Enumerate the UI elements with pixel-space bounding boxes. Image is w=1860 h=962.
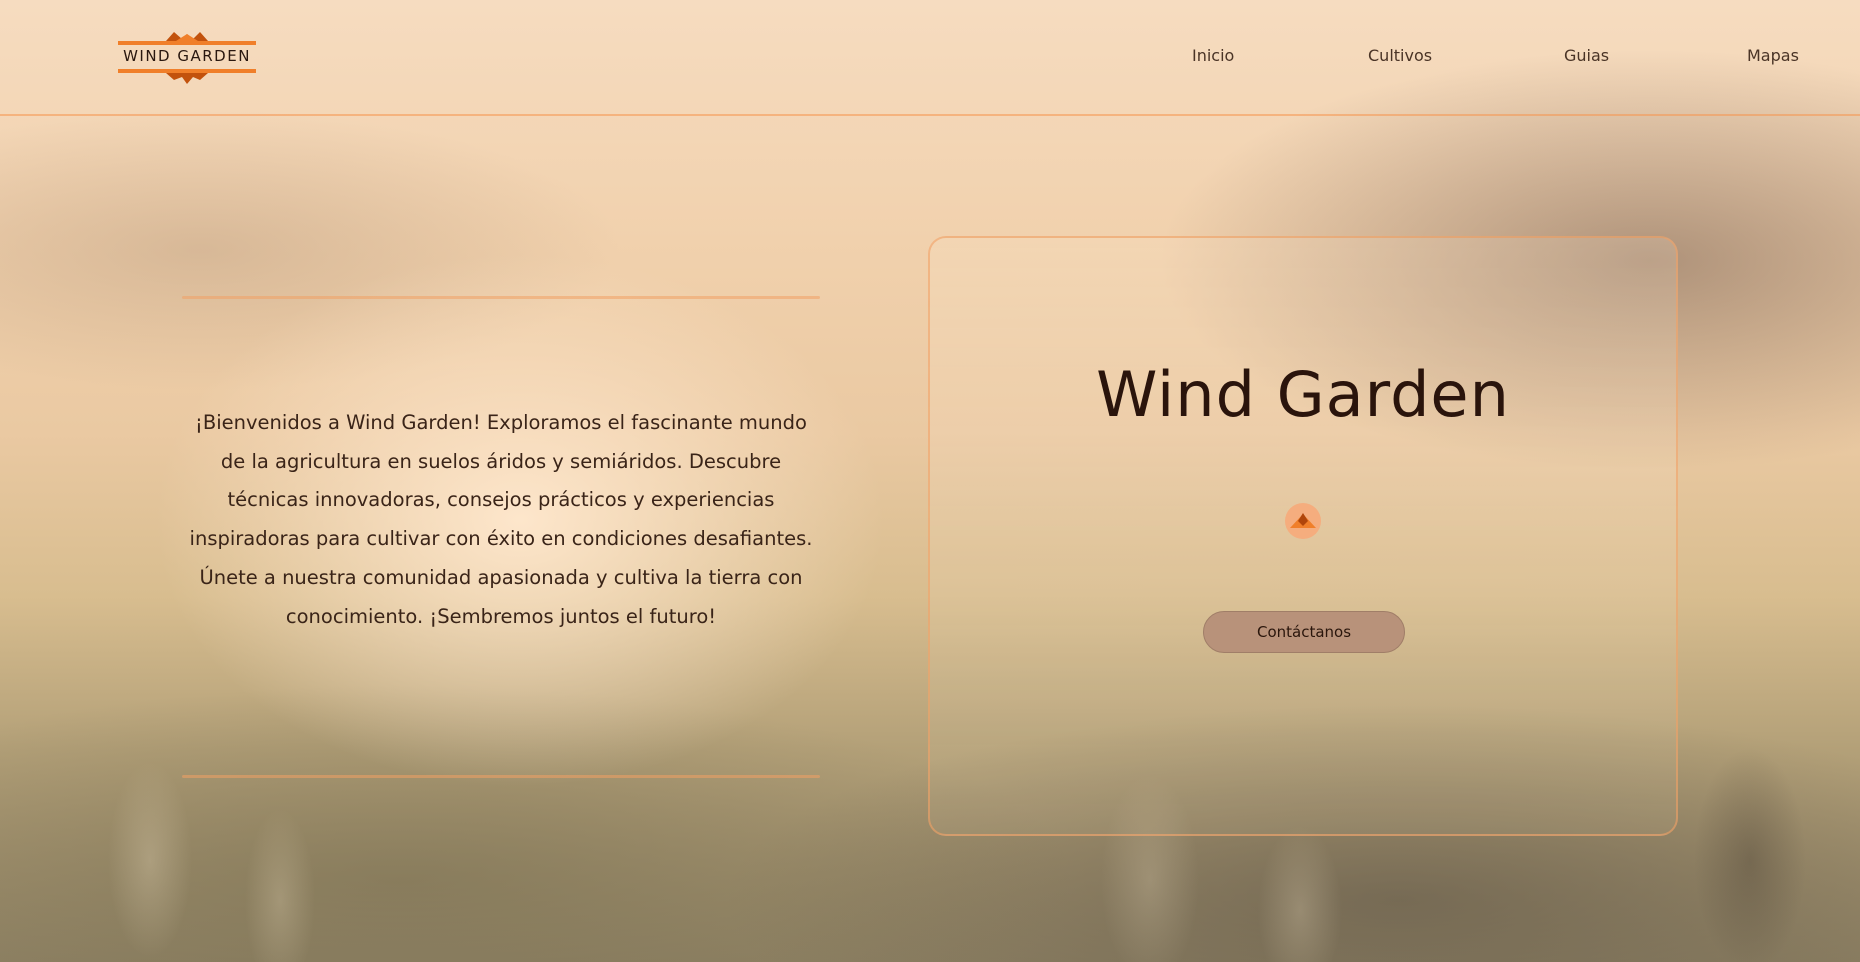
hero-title: Wind Garden — [1096, 358, 1510, 431]
mountain-icon — [1285, 503, 1321, 539]
nav-item-cultivos[interactable]: Cultivos — [1368, 46, 1432, 65]
page: WIND GARDEN Inicio Cultivos Guias Mapas … — [0, 0, 1860, 962]
intro-bottom-divider — [182, 775, 820, 778]
intro-top-divider — [182, 296, 820, 299]
main-nav: Inicio Cultivos Guias Mapas — [0, 46, 1860, 68]
nav-item-mapas[interactable]: Mapas — [1747, 46, 1799, 65]
nav-item-inicio[interactable]: Inicio — [1192, 46, 1234, 65]
hero-card: Wind Garden Contáctanos — [928, 236, 1678, 836]
nav-item-guias[interactable]: Guias — [1564, 46, 1609, 65]
contact-button[interactable]: Contáctanos — [1203, 611, 1405, 653]
header: WIND GARDEN Inicio Cultivos Guias Mapas — [0, 0, 1860, 116]
intro-paragraph: ¡Bienvenidos a Wind Garden! Exploramos e… — [189, 411, 813, 628]
